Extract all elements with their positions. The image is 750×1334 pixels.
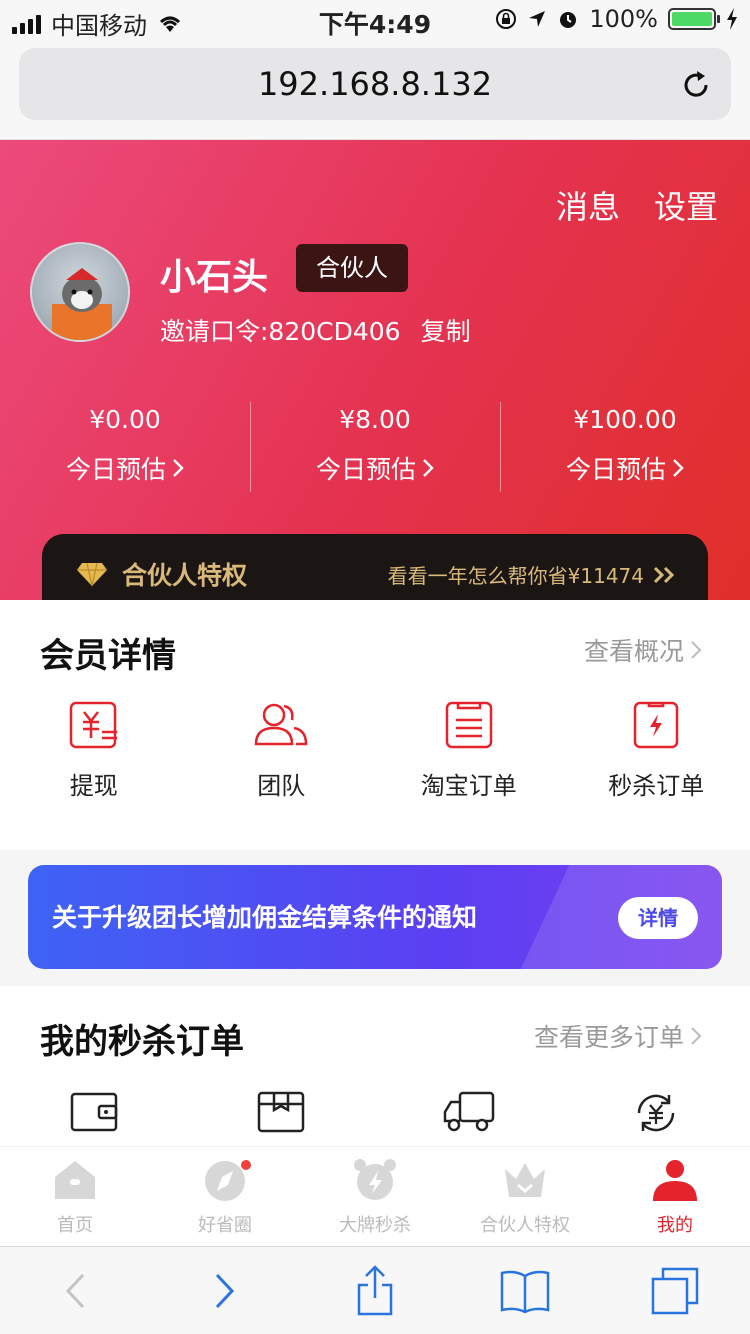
member-details-section: 会员详情 查看概况 提现 团队 淘宝订单 秒杀订单 bbox=[0, 600, 750, 850]
tab-flash-sale[interactable]: 大牌秒杀 bbox=[300, 1147, 450, 1246]
status-bar: 中国移动 下午4:49 100% bbox=[0, 0, 750, 40]
home-icon bbox=[55, 1161, 95, 1199]
battery-percent: 100% bbox=[589, 5, 658, 33]
address-bar[interactable]: 192.168.8.132 bbox=[19, 48, 731, 120]
view-overview-link[interactable]: 查看概况 bbox=[584, 632, 702, 668]
in-transit-button[interactable] bbox=[375, 1090, 563, 1136]
taobao-orders-button[interactable]: 淘宝订单 bbox=[375, 700, 563, 801]
pending-payment-button[interactable] bbox=[0, 1090, 188, 1136]
package-icon bbox=[258, 1091, 305, 1133]
app-tab-bar: 首页 好省圈 大牌秒杀 合伙人特权 我的 bbox=[0, 1146, 750, 1246]
flash-orders-section: 我的秒杀订单 查看更多订单 bbox=[0, 986, 750, 1146]
share-icon bbox=[357, 1264, 393, 1315]
wallet-icon bbox=[70, 1092, 117, 1132]
orientation-lock-icon bbox=[496, 9, 517, 29]
tab-partner[interactable]: 合伙人特权 bbox=[450, 1147, 600, 1246]
stat-item[interactable]: ¥100.00 今日预估 bbox=[500, 402, 750, 492]
tab-label: 好省圈 bbox=[198, 1215, 252, 1236]
book-icon bbox=[500, 1270, 550, 1313]
url-text: 192.168.8.132 bbox=[257, 65, 493, 103]
bookmarks-button[interactable] bbox=[495, 1261, 555, 1321]
order-list-icon bbox=[445, 701, 492, 749]
earnings-stats: ¥0.00 今日预估 ¥8.00 今日预估 ¥100.00 今日预估 bbox=[0, 402, 750, 492]
tab-home[interactable]: 首页 bbox=[0, 1147, 150, 1246]
battery-icon bbox=[668, 8, 720, 30]
tab-label: 首页 bbox=[57, 1215, 93, 1236]
stat-amount: ¥100.00 bbox=[573, 405, 677, 434]
stat-label: 今日预估 bbox=[315, 455, 416, 484]
chevron-right-icon bbox=[691, 1027, 702, 1045]
chevron-left-icon bbox=[65, 1273, 85, 1308]
tab-label: 大牌秒杀 bbox=[339, 1215, 411, 1236]
chevron-right-icon bbox=[691, 641, 702, 659]
tab-label: 合伙人特权 bbox=[480, 1215, 570, 1236]
notice-details-button[interactable]: 详情 bbox=[618, 897, 698, 939]
charging-icon bbox=[727, 8, 737, 30]
partner-privilege-title: 合伙人特权 bbox=[122, 561, 248, 590]
yuan-icon bbox=[69, 701, 117, 749]
notification-dot bbox=[241, 1160, 251, 1170]
avatar[interactable] bbox=[30, 242, 130, 342]
team-icon bbox=[254, 703, 308, 746]
stat-label: 今日预估 bbox=[565, 455, 666, 484]
stat-item[interactable]: ¥0.00 今日预估 bbox=[0, 402, 250, 492]
chevron-right-icon bbox=[173, 459, 184, 477]
profile-header: 消息 设置 小石头 合伙人 邀请口令:820CD406 复制 ¥0.00 今日预… bbox=[0, 140, 750, 600]
chevron-right-icon bbox=[673, 459, 684, 477]
refund-button[interactable] bbox=[563, 1090, 750, 1136]
section-title: 我的秒杀订单 bbox=[40, 1022, 244, 1062]
role-badge: 合伙人 bbox=[296, 244, 408, 292]
more-orders-link[interactable]: 查看更多订单 bbox=[534, 1018, 702, 1054]
alarm-icon bbox=[560, 12, 577, 28]
truck-icon bbox=[443, 1091, 494, 1132]
settings-link[interactable]: 设置 bbox=[654, 182, 718, 228]
grid-label: 秒杀订单 bbox=[608, 772, 705, 800]
partner-promo-text: 看看一年怎么帮你省¥11474 bbox=[387, 564, 644, 588]
messages-link[interactable]: 消息 bbox=[556, 182, 620, 228]
alarm-icon bbox=[354, 1159, 396, 1200]
stat-amount: ¥8.00 bbox=[339, 405, 411, 434]
copy-button[interactable]: 复制 bbox=[421, 312, 471, 348]
back-button[interactable] bbox=[45, 1261, 105, 1321]
crown-icon bbox=[505, 1163, 545, 1197]
view-overview-label: 查看概况 bbox=[583, 637, 684, 666]
more-orders-label: 查看更多订单 bbox=[533, 1023, 684, 1052]
reload-icon[interactable] bbox=[679, 68, 713, 102]
grid-label: 淘宝订单 bbox=[420, 772, 517, 800]
share-button[interactable] bbox=[345, 1261, 405, 1321]
stat-label: 今日预估 bbox=[65, 455, 166, 484]
pending-shipment-button[interactable] bbox=[188, 1090, 376, 1136]
tab-label: 我的 bbox=[657, 1215, 693, 1236]
chevron-right-icon bbox=[215, 1273, 235, 1308]
flash-order-icon bbox=[634, 701, 679, 749]
forward-button[interactable] bbox=[195, 1261, 255, 1321]
user-name: 小石头 bbox=[160, 257, 269, 298]
grid-label: 提现 bbox=[69, 772, 118, 800]
section-title: 会员详情 bbox=[40, 636, 176, 676]
double-chevron-icon bbox=[653, 566, 675, 583]
withdraw-button[interactable]: 提现 bbox=[0, 700, 188, 801]
tabs-icon bbox=[651, 1267, 699, 1314]
invite-code: 邀请口令:820CD406 bbox=[160, 317, 401, 346]
team-button[interactable]: 团队 bbox=[188, 700, 376, 801]
refund-icon bbox=[637, 1094, 675, 1132]
stat-amount: ¥0.00 bbox=[89, 405, 161, 434]
grid-label: 团队 bbox=[257, 772, 306, 800]
notice-banner[interactable]: 关于升级团长增加佣金结算条件的通知 详情 bbox=[28, 865, 722, 969]
browser-address-area: 192.168.8.132 bbox=[0, 40, 750, 140]
chevron-right-icon bbox=[423, 459, 434, 477]
user-icon bbox=[653, 1160, 697, 1201]
tabs-button[interactable] bbox=[645, 1261, 705, 1321]
stat-item[interactable]: ¥8.00 今日预估 bbox=[250, 402, 500, 492]
tab-circle[interactable]: 好省圈 bbox=[150, 1147, 300, 1246]
browser-toolbar bbox=[0, 1246, 750, 1334]
diamond-icon bbox=[77, 562, 107, 587]
location-icon bbox=[529, 11, 546, 27]
notice-text: 关于升级团长增加佣金结算条件的通知 bbox=[52, 903, 478, 932]
tab-mine[interactable]: 我的 bbox=[600, 1147, 750, 1246]
flash-orders-button[interactable]: 秒杀订单 bbox=[563, 700, 750, 801]
partner-privilege-banner[interactable]: 合伙人特权 看看一年怎么帮你省¥11474 bbox=[42, 534, 708, 600]
